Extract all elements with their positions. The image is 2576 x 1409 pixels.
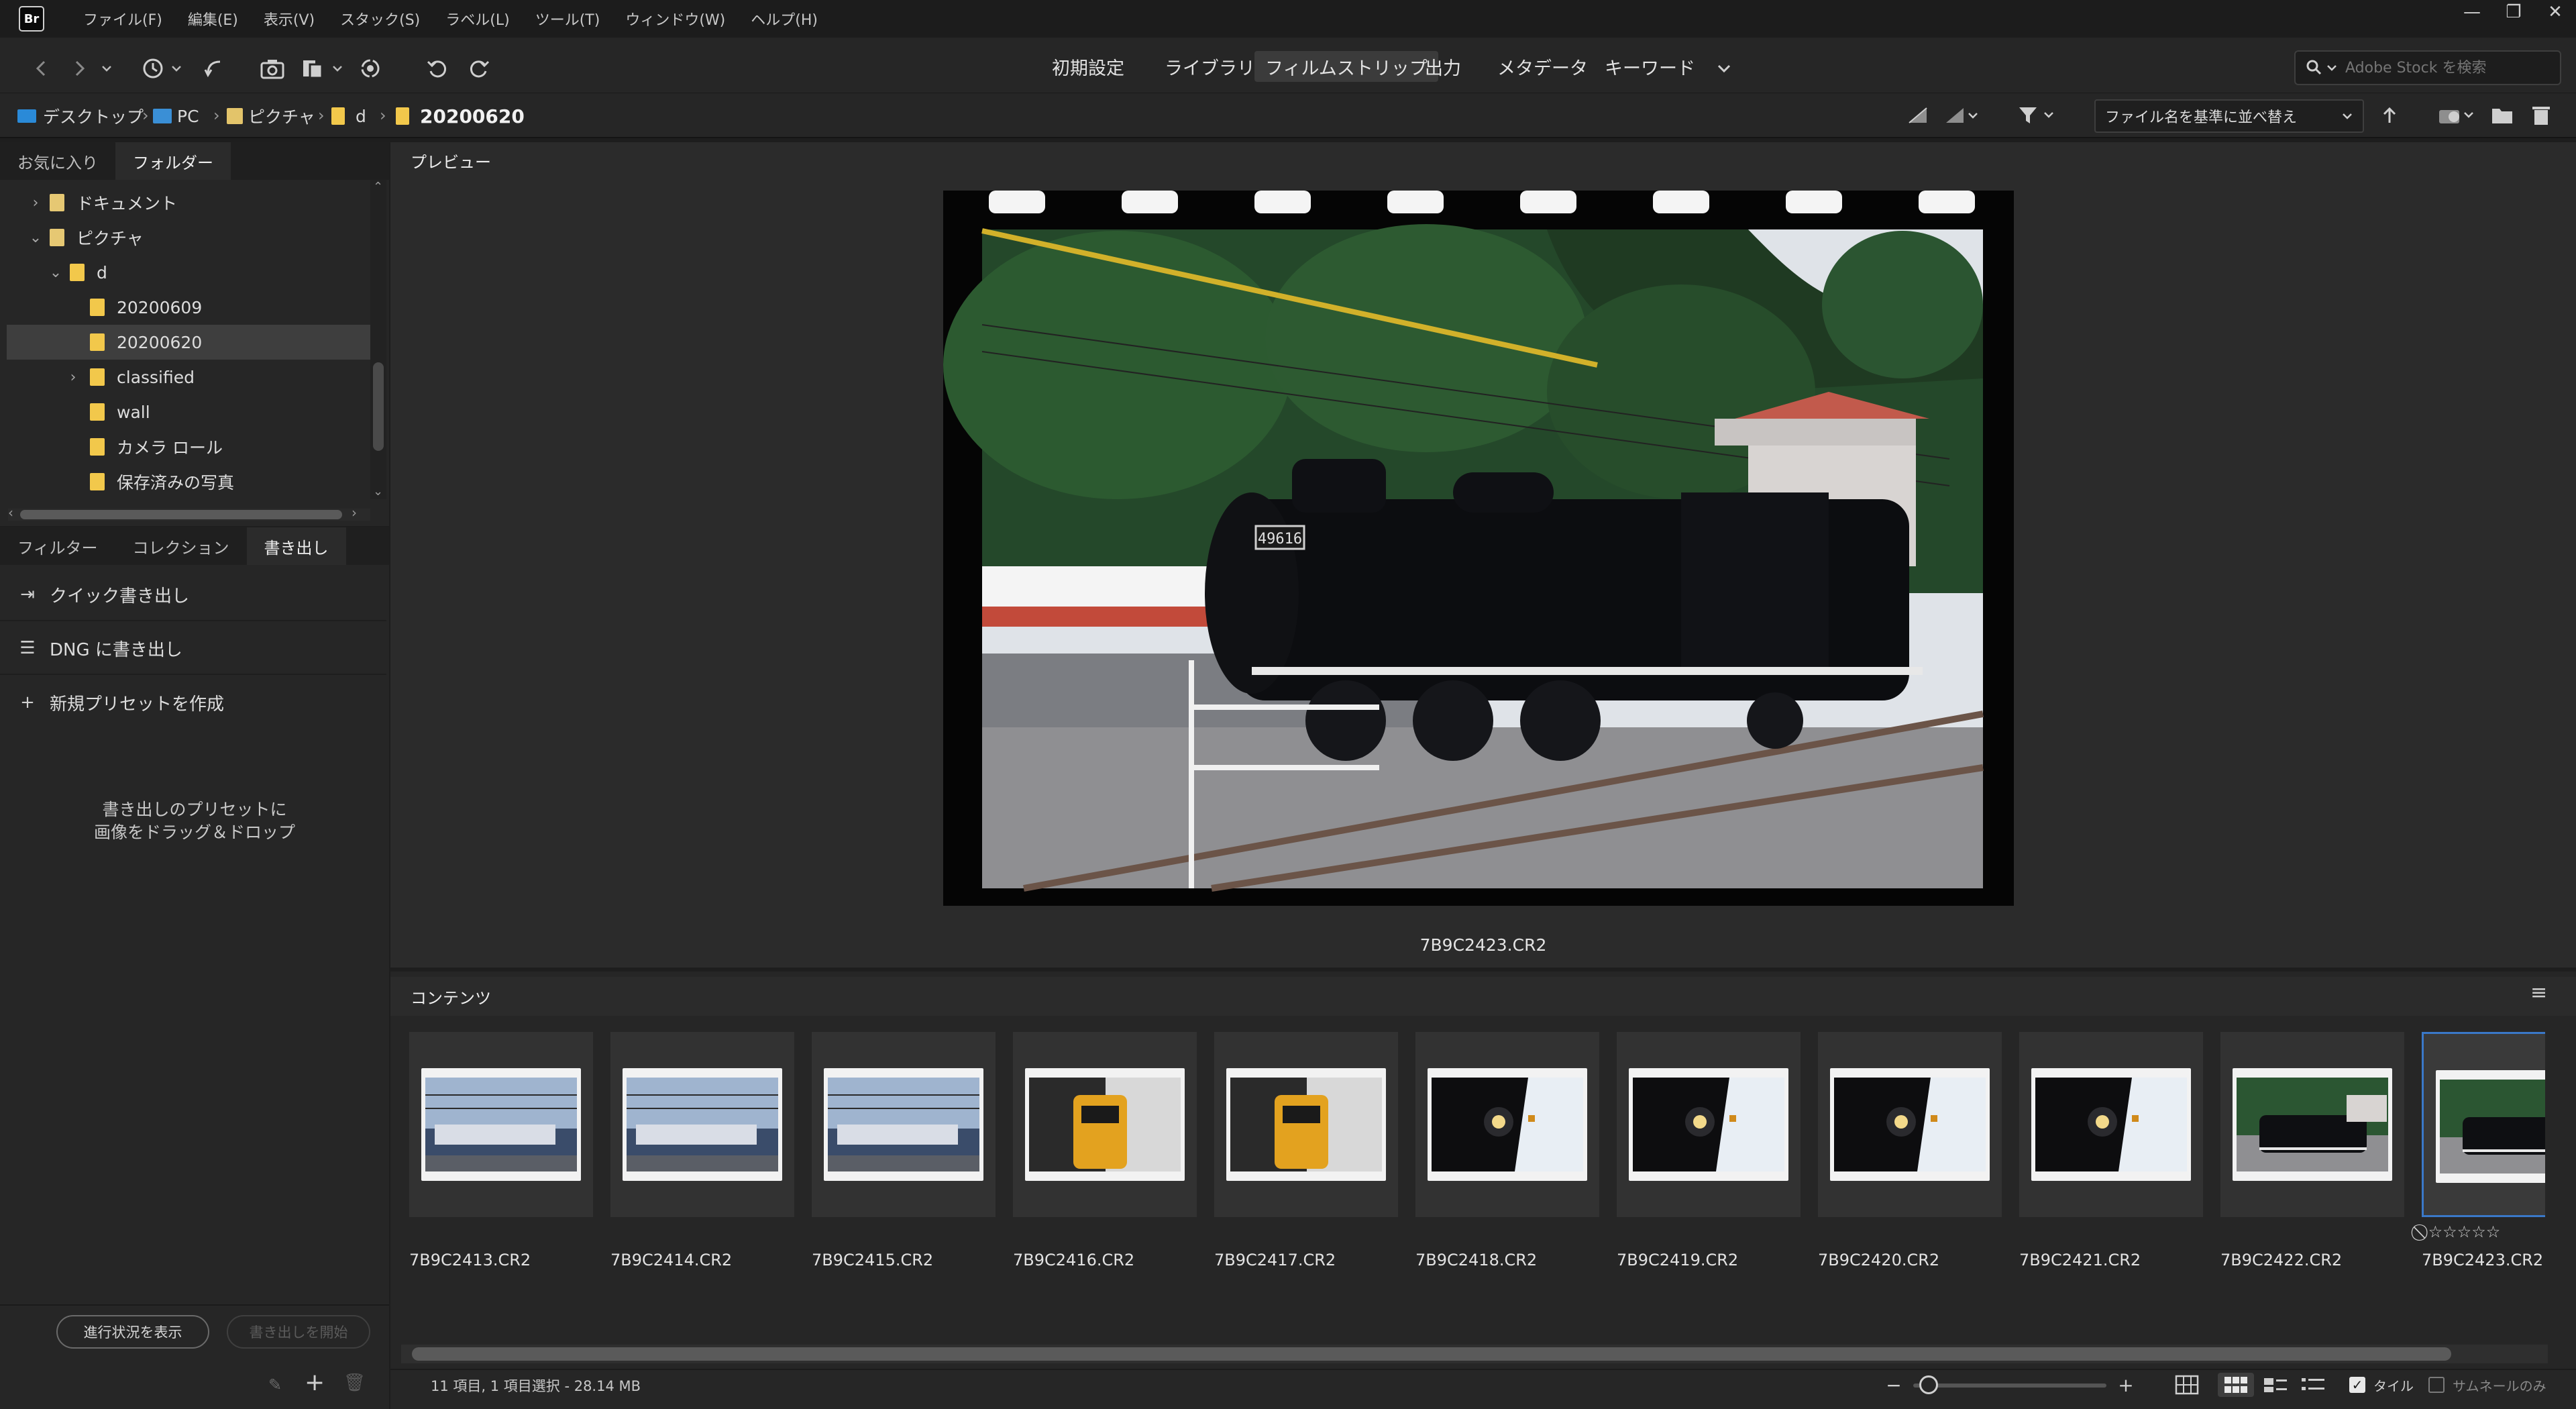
thumbnail-card[interactable] [1013, 1032, 1197, 1217]
thumbnail-filename: 7B9C2420.CR2 [1818, 1251, 1940, 1269]
thumbnail-card[interactable] [1415, 1032, 1599, 1217]
view-thumbnails-icon[interactable] [2218, 1373, 2254, 1397]
thumbnail-image [1629, 1068, 1788, 1181]
thumbnail-image [2031, 1068, 2191, 1181]
thumbnail-filename: 7B9C2423.CR2 [2422, 1251, 2544, 1269]
status-text: 11 項目, 1 項目選択 - 28.14 MB [431, 1378, 641, 1394]
thumbnail-card[interactable] [2220, 1032, 2404, 1217]
tile-checkbox-icon[interactable]: ✓ [2349, 1377, 2365, 1393]
thumbnail-filename: 7B9C2415.CR2 [812, 1251, 934, 1269]
thumbnail-filename: 7B9C2418.CR2 [1415, 1251, 1538, 1269]
rating-stars[interactable]: ☆☆☆☆☆ [2428, 1222, 2501, 1241]
thumbnail-filename: 7B9C2416.CR2 [1013, 1251, 1135, 1269]
thumbnail-image [1226, 1068, 1386, 1181]
thumbnail-image [1428, 1068, 1587, 1181]
thumbnail-image [623, 1068, 782, 1181]
thumbnail-image [1025, 1068, 1185, 1181]
zoom-out-icon[interactable]: − [1884, 1373, 1904, 1397]
thumbnail-filename: 7B9C2417.CR2 [1214, 1251, 1336, 1269]
thumbnail-card[interactable] [812, 1032, 996, 1217]
thumbnail-card[interactable] [1617, 1032, 1801, 1217]
thumbnail-card[interactable] [610, 1032, 794, 1217]
thumbnail-card[interactable] [2019, 1032, 2203, 1217]
thumbnail-card[interactable] [409, 1032, 593, 1217]
thumbnail-card[interactable] [2422, 1032, 2545, 1217]
thumbnail-card[interactable] [1818, 1032, 2002, 1217]
view-details-icon[interactable] [2261, 1373, 2290, 1397]
view-list-icon[interactable] [2298, 1373, 2328, 1397]
thumbnail-image [2436, 1070, 2545, 1183]
thumbnail-rating[interactable]: ⃠ ☆☆☆☆☆ [2423, 1222, 2501, 1241]
thumbnail-image [2233, 1068, 2392, 1181]
thumbnails-only-toggle[interactable]: サムネールのみ [2428, 1373, 2569, 1397]
zoom-slider-track[interactable] [1913, 1384, 2106, 1388]
zoom-in-icon[interactable]: + [2114, 1373, 2137, 1397]
thumbnail-filename: 7B9C2413.CR2 [409, 1251, 531, 1269]
thumbnail-filename: 7B9C2422.CR2 [2220, 1251, 2343, 1269]
zoom-slider-knob[interactable] [1919, 1375, 1939, 1394]
thumbnail-strip: 7B9C2413.CR2 7B9C2414.CR2 7B9C2415.CR2 7B9C… [0, 0, 2545, 1409]
thumbnails-only-checkbox[interactable] [2428, 1377, 2445, 1393]
content-scroll-thumb[interactable] [412, 1347, 2451, 1361]
thumbnail-filename: 7B9C2421.CR2 [2019, 1251, 2141, 1269]
thumbnail-card[interactable] [1214, 1032, 1398, 1217]
thumbnails-only-label: サムネールのみ [2453, 1377, 2546, 1394]
thumbnail-image [1830, 1068, 1990, 1181]
thumbnail-image [421, 1068, 581, 1181]
thumbnail-image [824, 1068, 983, 1181]
thumbnail-filename: 7B9C2419.CR2 [1617, 1251, 1739, 1269]
grid-lock-icon[interactable] [2172, 1373, 2202, 1397]
thumbnail-filename: 7B9C2414.CR2 [610, 1251, 733, 1269]
tile-label: タイル [2373, 1377, 2414, 1394]
